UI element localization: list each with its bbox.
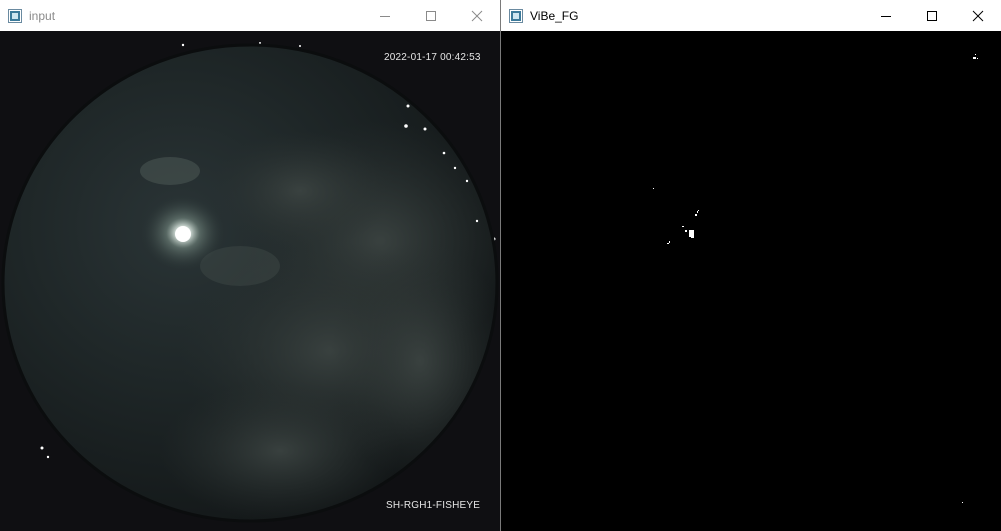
- camera-name-overlay: SH-RGH1-FISHEYE: [386, 500, 481, 511]
- maximize-icon: [426, 10, 436, 21]
- minimize-icon: [380, 15, 390, 17]
- foreground-mask-image: [501, 31, 1001, 531]
- maximize-icon: [927, 10, 937, 21]
- input-titlebar[interactable]: input: [0, 0, 500, 31]
- vibe-fg-close-button[interactable]: [955, 0, 1001, 31]
- input-window-title: input: [29, 8, 56, 23]
- input-maximize-button[interactable]: [408, 0, 454, 31]
- vibe-fg-titlebar[interactable]: ViBe_FG: [501, 0, 1001, 31]
- vibe-fg-maximize-button[interactable]: [909, 0, 955, 31]
- timestamp-overlay: 2022-01-17 00:42:53: [384, 52, 481, 63]
- input-frame: 2022-01-17 00:42:53 SH-RGH1-FISHEYE: [0, 31, 500, 531]
- input-close-button[interactable]: [454, 0, 500, 31]
- vibe-fg-minimize-button[interactable]: [863, 0, 909, 31]
- close-icon: [471, 10, 483, 21]
- fisheye-sky-image: [0, 31, 500, 531]
- minimize-icon: [881, 15, 891, 17]
- input-minimize-button[interactable]: [362, 0, 408, 31]
- moon: [175, 226, 191, 242]
- vibe-fg-window: ViBe_FG: [500, 0, 1001, 531]
- opencv-window-icon: [8, 8, 22, 23]
- opencv-window-icon: [509, 8, 523, 23]
- input-window: input 2022-01-17 00:42:53 SH-RGH1-FISHEY…: [0, 0, 500, 531]
- close-icon: [972, 10, 984, 21]
- vibe-fg-window-title: ViBe_FG: [530, 8, 579, 23]
- foreground-mask-frame: [501, 31, 1001, 531]
